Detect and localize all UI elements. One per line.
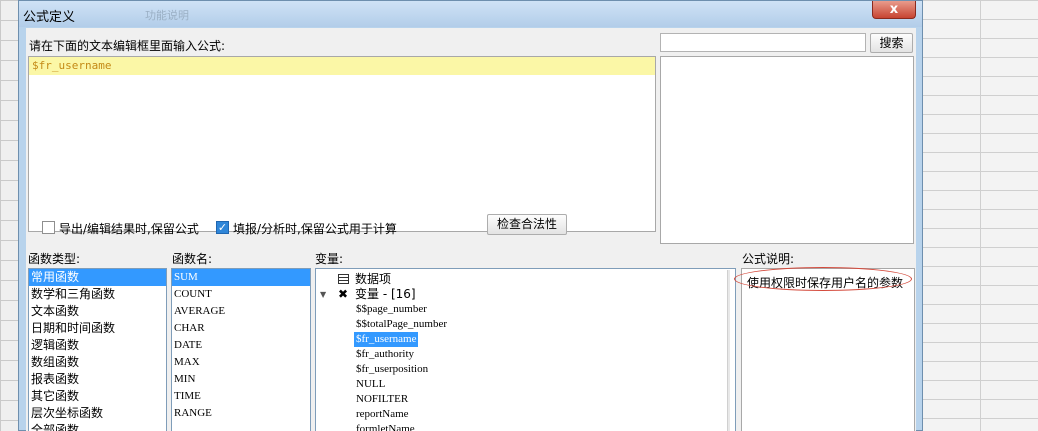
keep-formula-fill-label: 填报/分析时,保留公式用于计算 [233, 222, 397, 236]
keep-formula-fill-checkbox[interactable]: ✓ [216, 221, 229, 234]
function-type-item[interactable]: 日期和时间函数 [29, 320, 166, 337]
variables-header: 变量: [315, 252, 344, 266]
keep-formula-export-label: 导出/编辑结果时,保留公式 [59, 222, 199, 236]
function-type-item[interactable]: 层次坐标函数 [29, 405, 166, 422]
dialog-title: 公式定义 [23, 9, 76, 24]
variable-item[interactable]: reportName [356, 407, 409, 422]
function-type-item[interactable]: 数组函数 [29, 354, 166, 371]
function-name-item[interactable]: DATE [172, 337, 310, 354]
search-results-box [660, 56, 914, 244]
title-bar[interactable]: 公式定义 功能说明 x [19, 1, 922, 27]
function-type-item[interactable]: 报表函数 [29, 371, 166, 388]
function-name-item[interactable]: TIME [172, 388, 310, 405]
variable-item[interactable]: NULL [356, 377, 385, 392]
function-type-item[interactable]: 常用函数 [29, 269, 166, 286]
description-box: 使用权限时保存用户名的参数 [734, 267, 915, 431]
keep-formula-export-checkbox[interactable] [42, 221, 55, 234]
function-name-item[interactable]: COUNT [172, 286, 310, 303]
variables-tree: 数据项 ▼ ✖ 变量 - [16] $$page_number $$totalP… [315, 268, 736, 431]
function-name-item[interactable]: MAX [172, 354, 310, 371]
close-button[interactable]: x [872, 1, 916, 19]
background-spreadsheet-right [922, 0, 1038, 431]
function-name-item[interactable]: MIN [172, 371, 310, 388]
close-icon: x [889, 2, 899, 17]
description-header: 公式说明: [742, 252, 795, 266]
variable-icon: ✖ [338, 287, 349, 301]
annotation-ellipse [734, 267, 912, 291]
search-button[interactable]: 搜索 [870, 33, 913, 53]
variable-item[interactable]: $fr_authority [356, 347, 414, 362]
function-types-header: 函数类型: [28, 252, 81, 266]
variables-scrollbar[interactable] [727, 270, 730, 431]
triangle-down-icon[interactable]: ▼ [320, 287, 326, 302]
formula-editor[interactable]: $fr_username [28, 56, 656, 232]
search-input[interactable] [660, 33, 866, 52]
function-type-item[interactable]: 逻辑函数 [29, 337, 166, 354]
function-names-header: 函数名: [172, 252, 213, 266]
function-type-item[interactable]: 数学和三角函数 [29, 286, 166, 303]
function-name-item[interactable]: CHAR [172, 320, 310, 337]
variable-item[interactable]: $fr_userposition [356, 362, 428, 377]
function-type-item[interactable]: 全部函数 [29, 422, 166, 431]
function-type-item[interactable]: 其它函数 [29, 388, 166, 405]
variable-item[interactable]: NOFILTER [356, 392, 408, 407]
check-icon: ✓ [217, 221, 228, 234]
function-name-item[interactable]: SUM [172, 269, 310, 286]
formula-text[interactable]: $fr_username [29, 57, 655, 75]
variable-item[interactable]: $$page_number [356, 302, 427, 317]
background-window-title: 功能说明 [145, 10, 189, 22]
editor-prompt: 请在下面的文本编辑框里面输入公式: [29, 39, 226, 53]
variable-item[interactable]: formletName [356, 422, 415, 431]
function-types-list: 常用函数 数学和三角函数 文本函数 日期和时间函数 逻辑函数 数组函数 报表函数… [28, 268, 167, 431]
variable-item[interactable]: $fr_username [354, 332, 419, 347]
variable-item[interactable]: $$totalPage_number [356, 317, 447, 332]
formula-dialog: 公式定义 功能说明 x 请在下面的文本编辑框里面输入公式: $fr_userna… [18, 0, 923, 431]
dialog-content: 请在下面的文本编辑框里面输入公式: $fr_username 搜索 导出/编辑结… [26, 28, 916, 431]
check-validity-button[interactable]: 检查合法性 [487, 214, 567, 235]
background-spreadsheet-left [0, 0, 20, 431]
function-name-item[interactable]: RANGE [172, 405, 310, 422]
function-name-item[interactable]: AVERAGE [172, 303, 310, 320]
function-type-item[interactable]: 文本函数 [29, 303, 166, 320]
function-names-list: SUM COUNT AVERAGE CHAR DATE MAX MIN TIME… [171, 268, 311, 431]
table-icon [338, 274, 349, 284]
